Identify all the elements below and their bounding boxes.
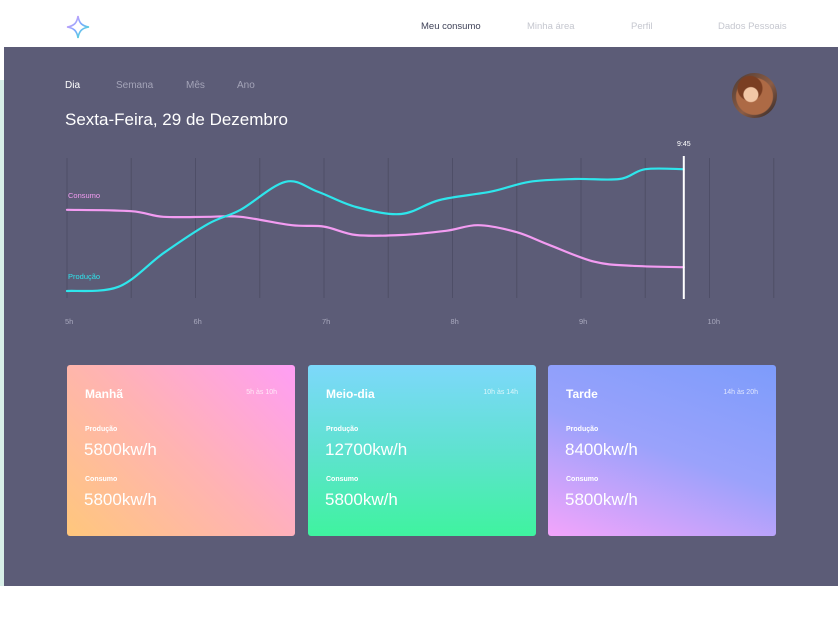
- card-hours: 10h às 14h: [483, 389, 518, 396]
- production-label: Produção: [85, 426, 118, 433]
- x-tick-label: 10h: [708, 317, 721, 326]
- footer-area: [4, 586, 838, 616]
- series-line-consumo: [65, 208, 685, 269]
- consumption-value: 5800kw/h: [84, 490, 157, 509]
- consumption-value: 5800kw/h: [325, 490, 398, 509]
- production-label: Produção: [326, 426, 359, 433]
- card-title: Meio-dia: [326, 387, 375, 401]
- consumption-value: 5800kw/h: [565, 490, 638, 509]
- card-title: Tarde: [566, 387, 598, 401]
- series-label-producao: Produção: [68, 272, 100, 281]
- x-tick-label: 8h: [451, 317, 459, 326]
- production-value: 12700kw/h: [325, 440, 408, 459]
- x-tick-label: 9h: [579, 317, 587, 326]
- series-line-producao: [65, 167, 685, 293]
- energy-line-chart: 9:45 5h 6h 7h 8h 9h 10h Consumo Produção: [65, 141, 775, 326]
- production-value: 5800kw/h: [84, 440, 157, 459]
- card-manha[interactable]: Manhã 5h às 10h Produção 5800kw/h Consum…: [67, 365, 295, 536]
- card-hours: 14h às 20h: [723, 389, 758, 396]
- production-label: Produção: [566, 426, 599, 433]
- dashboard-page: Meu consumo Minha área Perfil Dados Pess…: [0, 0, 838, 620]
- consumption-label: Consumo: [566, 476, 599, 483]
- card-hours: 5h às 10h: [246, 389, 277, 396]
- consumption-label: Consumo: [326, 476, 359, 483]
- card-title: Manhã: [85, 387, 124, 401]
- production-value: 8400kw/h: [565, 440, 638, 459]
- series-label-consumo: Consumo: [68, 191, 100, 200]
- card-meio-dia[interactable]: Meio-dia 10h às 14h Produção 12700kw/h C…: [308, 365, 536, 536]
- x-tick-label: 7h: [322, 317, 330, 326]
- x-tick-label: 6h: [194, 317, 202, 326]
- x-tick-label: 5h: [65, 317, 73, 326]
- card-tarde[interactable]: Tarde 14h às 20h Produção 8400kw/h Consu…: [548, 365, 776, 536]
- consumption-label: Consumo: [85, 476, 118, 483]
- current-time-label: 9:45: [677, 141, 691, 148]
